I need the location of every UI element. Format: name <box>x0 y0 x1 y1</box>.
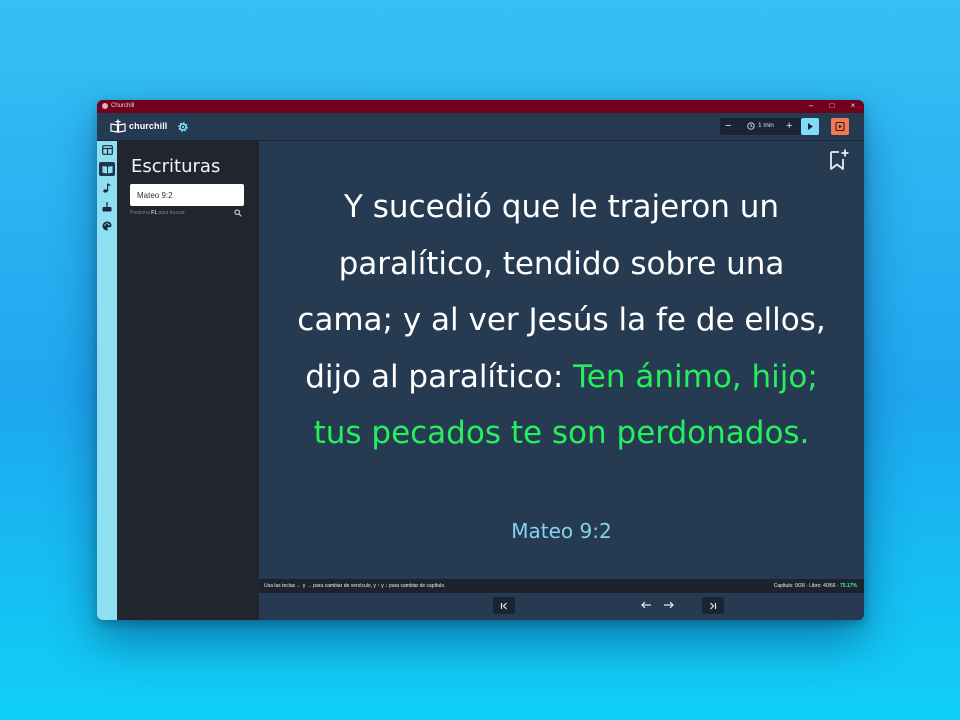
sidebar-item-layout[interactable] <box>99 143 115 157</box>
close-icon[interactable]: × <box>846 101 860 111</box>
play-icon <box>808 123 813 130</box>
stop-button[interactable] <box>831 118 849 135</box>
sidebar-item-events[interactable] <box>99 200 115 214</box>
timer-decrease-button[interactable]: − <box>725 119 731 133</box>
open-bible-icon <box>110 119 126 133</box>
verse-navigation <box>259 593 864 620</box>
window-title: Churchill <box>111 103 135 109</box>
last-icon <box>710 602 717 609</box>
cake-icon <box>102 202 112 212</box>
prev-arrow-icon <box>640 601 651 609</box>
brand-name: churchill <box>129 121 168 131</box>
search-hint: Presiona F1 para buscar. <box>130 210 186 216</box>
app-window: Churchill – □ × churchill − 1 min + Escr… <box>97 100 864 620</box>
keyboard-hint: Usa las teclas ← y → para cambiar de ver… <box>264 583 446 589</box>
next-verse-button[interactable] <box>661 598 675 612</box>
verse-reference: Mateo 9:2 <box>511 519 612 543</box>
chapter-book-position: Capítulo: 9/28 · Libro: 40/66 · <box>773 583 841 589</box>
app-icon <box>102 103 108 109</box>
timer-increase-button[interactable]: + <box>786 119 792 133</box>
stop-icon <box>835 121 845 132</box>
status-bar: Usa las teclas ← y → para cambiar de ver… <box>259 579 864 593</box>
scripture-search-input[interactable] <box>130 184 244 206</box>
verse-text: Y sucedió que le trajeron un paralítico,… <box>289 179 834 462</box>
first-icon <box>500 602 507 609</box>
title-bar: Churchill – □ × <box>97 100 864 113</box>
timer-duration: 1 min <box>758 122 774 129</box>
sidebar-item-themes[interactable] <box>99 219 115 233</box>
search-hint-post: para buscar. <box>156 210 186 216</box>
previous-verse-button[interactable] <box>639 598 653 612</box>
progress-percent: 75.17% <box>840 583 857 589</box>
search-icon[interactable] <box>234 209 242 217</box>
first-verse-button[interactable] <box>493 597 515 614</box>
minimize-icon[interactable]: – <box>804 101 818 111</box>
add-bookmark-icon[interactable] <box>828 148 850 172</box>
verse-display: Y sucedió que le trajeron un paralítico,… <box>259 141 864 579</box>
timer-control: − 1 min + <box>720 118 804 135</box>
music-note-icon <box>103 183 111 193</box>
bible-icon <box>102 165 112 173</box>
reading-position: Capítulo: 9/28 · Libro: 40/66 · 75.17% <box>774 583 857 589</box>
settings-gear-icon[interactable] <box>177 121 189 133</box>
clock-icon <box>747 122 755 130</box>
maximize-icon[interactable]: □ <box>825 101 839 111</box>
sidebar-item-bible[interactable] <box>99 162 115 176</box>
last-verse-button[interactable] <box>702 597 724 614</box>
sidebar-rail <box>97 141 117 620</box>
palette-icon <box>102 221 112 231</box>
brand-logo: churchill <box>110 118 167 134</box>
layout-icon <box>101 145 113 155</box>
play-button[interactable] <box>801 118 819 135</box>
search-hint-pre: Presiona <box>130 210 152 216</box>
next-arrow-icon <box>663 601 674 609</box>
panel-title: Escrituras <box>131 156 221 177</box>
sidebar-item-music[interactable] <box>99 181 115 195</box>
scriptures-panel: Escrituras Presiona F1 para buscar. <box>117 141 259 620</box>
top-toolbar: churchill − 1 min + <box>97 113 864 141</box>
